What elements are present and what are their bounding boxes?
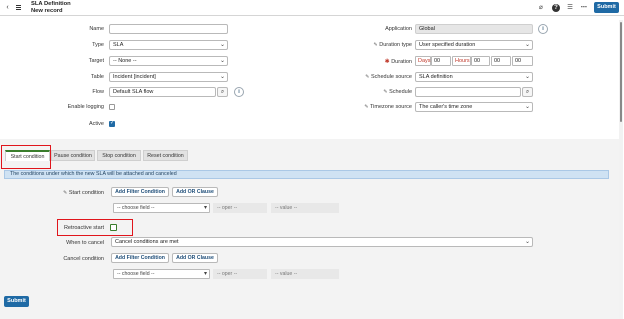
add-or-clause-button[interactable]: Add OR Clause — [172, 187, 218, 197]
paperclip-icon[interactable]: ⌀ — [537, 4, 545, 12]
duration-type-value: User specified duration — [419, 42, 476, 48]
submit-button-bottom[interactable]: Submit — [4, 296, 29, 307]
pencil-icon: ✎ — [383, 89, 388, 95]
application-label: Application — [385, 26, 412, 32]
back-icon[interactable]: ‹ — [4, 4, 11, 12]
schedule-search-icon[interactable]: ⌕ — [522, 87, 533, 97]
chevron-down-icon: ⌄ — [219, 58, 225, 64]
pencil-icon: ✎ — [364, 104, 369, 110]
duration-days-label: Days — [415, 56, 431, 66]
start-oper-field: -- oper -- — [213, 203, 267, 213]
type-label: Type — [92, 42, 104, 48]
duration-label-wrap: ✱ Duration — [350, 58, 412, 65]
chevron-down-icon: ▾ — [203, 271, 207, 277]
title-block: SLA Definition New record — [31, 1, 71, 14]
tab-stop-condition[interactable]: Stop condition — [97, 150, 141, 161]
timezone-source-label: Timezone source — [370, 104, 412, 110]
when-to-cancel-label: When to cancel — [66, 240, 104, 246]
active-checkbox[interactable] — [109, 120, 115, 127]
target-value: -- None -- — [113, 58, 137, 64]
cancel-value-field: -- value -- — [271, 269, 339, 279]
schedule-label: Schedule — [389, 89, 412, 95]
add-filter-condition-button[interactable]: Add Filter Condition — [111, 187, 169, 197]
cancel-oper-field: -- oper -- — [213, 269, 267, 279]
start-condition-highlight-box — [1, 145, 51, 169]
cancel-condition-label: Cancel condition — [63, 256, 104, 262]
type-select[interactable]: SLA ⌄ — [109, 40, 228, 50]
chevron-down-icon: ⌄ — [219, 74, 225, 80]
submit-button-top[interactable]: Submit — [594, 2, 619, 13]
mandatory-icon: ✱ — [384, 59, 390, 65]
page-subtitle: New record — [31, 7, 63, 14]
pencil-icon: ✎ — [373, 42, 378, 48]
when-to-cancel-value: Cancel conditions are met — [115, 239, 179, 245]
choose-field-text: -- choose field -- — [117, 271, 155, 277]
start-value-field: -- value -- — [271, 203, 339, 213]
flow-field[interactable]: Default SLA flow — [109, 87, 216, 97]
more-options-icon[interactable]: ⋯ — [580, 4, 588, 12]
target-select[interactable]: -- None -- ⌄ — [109, 56, 228, 66]
chevron-down-icon: ⌄ — [524, 239, 530, 245]
schedule-source-label: Schedule source — [371, 74, 412, 80]
flow-label: Flow — [92, 89, 104, 95]
chevron-down-icon: ⌄ — [524, 74, 530, 80]
help-icon[interactable]: ? — [552, 4, 560, 12]
chevron-down-icon: ⌄ — [219, 42, 225, 48]
duration-seconds-input[interactable]: 00 — [512, 56, 533, 66]
hamburger-menu-icon[interactable] — [15, 4, 23, 12]
page-title: SLA Definition — [31, 1, 71, 7]
cancel-choose-field-select[interactable]: -- choose field -- ▾ — [113, 269, 210, 279]
timezone-source-value: The caller's time zone — [419, 104, 473, 110]
cancel-add-or-clause-button[interactable]: Add OR Clause — [172, 253, 218, 263]
target-label: Target — [88, 58, 104, 64]
conditions-info-bar: The conditions under which the new SLA w… — [4, 170, 609, 179]
pencil-icon: ✎ — [63, 190, 68, 196]
duration-hours-label: Hours — [452, 56, 471, 66]
flow-search-icon[interactable]: ⌕ — [217, 87, 228, 97]
tab-pause-condition[interactable]: Pause condition — [51, 150, 95, 161]
scrollbar-thumb[interactable] — [620, 22, 622, 122]
form-header: ‹ SLA Definition New record ⌀ ? ☰ ⋯ Subm… — [0, 0, 624, 16]
when-to-cancel-select[interactable]: Cancel conditions are met ⌄ — [111, 237, 533, 247]
timezone-source-select[interactable]: The caller's time zone ⌄ — [415, 102, 533, 112]
start-condition-label-wrap: ✎ Start condition — [40, 190, 104, 196]
cancel-add-filter-condition-button[interactable]: Add Filter Condition — [111, 253, 169, 263]
name-label: Name — [89, 26, 104, 32]
name-field[interactable] — [109, 24, 228, 34]
chevron-down-icon: ▾ — [203, 205, 207, 211]
table-select[interactable]: Incident [incident] ⌄ — [109, 72, 228, 82]
application-field: Global — [415, 24, 533, 34]
table-value: Incident [incident] — [113, 74, 156, 80]
enable-logging-checkbox[interactable] — [109, 104, 115, 110]
duration-label: Duration — [391, 59, 412, 65]
active-label: Active — [89, 121, 104, 127]
retroactive-start-highlight-box — [57, 219, 133, 236]
chevron-down-icon: ⌄ — [524, 42, 530, 48]
schedule-source-value: SLA definition — [419, 74, 453, 80]
schedule-label-wrap: ✎ Schedule — [350, 89, 412, 95]
tab-reset-condition[interactable]: Reset condition — [143, 150, 188, 161]
duration-type-select[interactable]: User specified duration ⌄ — [415, 40, 533, 50]
chevron-down-icon: ⌄ — [524, 104, 530, 110]
schedule-source-label-wrap: ✎ Schedule source — [350, 74, 412, 80]
duration-minutes-input[interactable]: 00 — [491, 56, 511, 66]
settings-sliders-icon[interactable]: ☰ — [566, 4, 574, 12]
duration-days-input[interactable]: 00 — [431, 56, 451, 66]
table-label: Table — [90, 74, 104, 80]
duration-hours-input[interactable]: 00 — [471, 56, 490, 66]
scrollbar[interactable] — [619, 20, 623, 319]
schedule-field[interactable] — [415, 87, 521, 97]
start-condition-label: Start condition — [68, 190, 104, 196]
start-choose-field-select[interactable]: -- choose field -- ▾ — [113, 203, 210, 213]
type-value: SLA — [113, 42, 124, 48]
timezone-source-label-wrap: ✎ Timezone source — [350, 104, 412, 110]
schedule-source-select[interactable]: SLA definition ⌄ — [415, 72, 533, 82]
duration-type-label: Duration type — [379, 42, 412, 48]
flow-info-icon[interactable]: i — [234, 87, 244, 97]
pencil-icon: ✎ — [365, 74, 370, 80]
choose-field-text: -- choose field -- — [117, 205, 155, 211]
application-info-icon[interactable]: i — [538, 24, 548, 34]
duration-type-label-wrap: ✎ Duration type — [350, 42, 412, 48]
enable-logging-label: Enable logging — [67, 104, 104, 110]
